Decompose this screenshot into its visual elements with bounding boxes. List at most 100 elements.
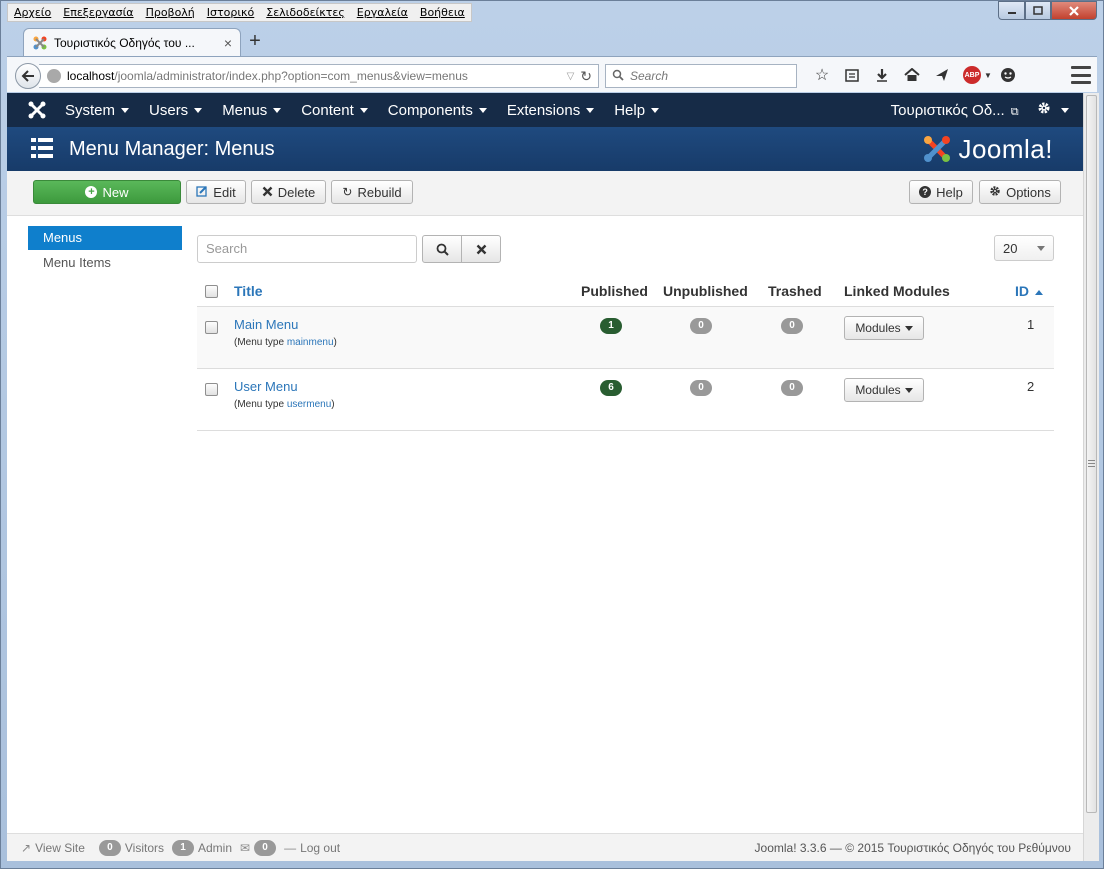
trashed-count-badge[interactable]: 0 [781,380,803,396]
browser-window: Αρχείο Επεξεργασία Προβολή Ιστορικό Σελι… [0,0,1104,869]
url-host: localhost [67,69,115,83]
user-menu[interactable] [1037,101,1069,120]
home-icon[interactable] [897,63,927,87]
menu-help[interactable]: Βοήθεια [414,4,471,21]
trashed-count-badge[interactable]: 0 [781,318,803,334]
nav-help[interactable]: Help [604,93,669,127]
published-count-badge[interactable]: 6 [600,380,622,396]
messages-status[interactable]: ✉ 0 [240,839,280,856]
menu-view[interactable]: Προβολή [140,4,201,21]
nav-menus[interactable]: Menus [212,93,291,127]
reload-icon[interactable]: ↻ [580,68,592,85]
sidebar-item-menu-items[interactable]: Menu Items [28,250,182,274]
list-limit-select[interactable]: 20 [994,235,1054,261]
nav-components[interactable]: Components [378,93,497,127]
unpublished-count-badge[interactable]: 0 [690,318,712,334]
edit-icon [196,185,208,200]
browser-tab[interactable]: Τουριστικός Οδηγός του ... × [23,28,241,56]
menu-edit[interactable]: Επεξεργασία [57,4,139,21]
nav-system[interactable]: System [55,93,139,127]
admin-status: 1 Admin [172,839,232,856]
joomla-logo-icon[interactable] [19,93,55,127]
row-checkbox[interactable] [205,321,218,334]
vertical-scrollbar[interactable] [1083,93,1099,861]
nav-extensions[interactable]: Extensions [497,93,604,127]
browser-menu-icon[interactable] [1071,66,1091,84]
search-button[interactable] [422,235,462,263]
joomla-wordmark: Joomla! [958,133,1053,164]
search-input[interactable]: Search [197,235,417,263]
scrollbar-thumb[interactable] [1086,95,1097,813]
tab-close-icon[interactable]: × [224,35,232,51]
table-header: Title Published Unpublished Trashed Link… [197,275,1054,307]
delete-button[interactable]: Delete [251,180,326,204]
url-history-dropdown-icon[interactable]: ▽ [567,71,575,82]
menu-type-note: (Menu type mainmenu) [234,337,337,348]
header-published: Published [581,283,648,299]
help-button[interactable]: ? Help [909,180,973,204]
send-icon[interactable] [927,63,957,87]
nav-right: Τουριστικός Οδ... ⧉ [891,93,1069,127]
menu-file[interactable]: Αρχείο [8,4,57,21]
modules-dropdown-button[interactable]: Modules [844,316,924,340]
bookmark-star-icon[interactable]: ☆ [807,63,837,87]
minimize-button[interactable] [998,1,1025,20]
header-title[interactable]: Title [234,283,263,299]
edit-button[interactable]: Edit [186,180,246,204]
row-checkbox[interactable] [205,383,218,396]
site-link[interactable]: Τουριστικός Οδ... ⧉ [891,102,1019,119]
logout-link[interactable]: — Log out [284,841,340,855]
new-tab-button[interactable]: + [243,30,267,52]
menu-title-link[interactable]: User Menu [234,379,298,394]
close-window-button[interactable] [1051,1,1097,20]
header-unpublished: Unpublished [663,283,748,299]
chevron-down-icon [273,107,282,113]
new-button[interactable]: + New [33,180,181,204]
menu-tools[interactable]: Εργαλεία [351,4,414,21]
modules-dropdown-button[interactable]: Modules [844,378,924,402]
envelope-icon: ✉ [240,840,251,855]
chevron-down-icon [121,107,130,113]
gear-icon [989,185,1001,200]
smiley-feedback-icon[interactable] [993,63,1023,87]
maximize-button[interactable] [1025,1,1051,20]
navigation-toolbar: localhost/joomla/administrator/index.php… [7,56,1097,92]
unpublished-count-badge[interactable]: 0 [690,380,712,396]
menu-title-link[interactable]: Main Menu [234,317,298,332]
header-linked-modules: Linked Modules [844,283,950,299]
browser-search-field[interactable]: Search [605,64,797,88]
view-site-link[interactable]: ↗ View Site [21,841,85,855]
downloads-icon[interactable] [867,63,897,87]
sidebar: Menus Menu Items [28,226,182,274]
clear-search-button[interactable] [461,235,501,263]
gear-icon [1038,102,1050,113]
select-all-checkbox[interactable] [205,285,218,298]
header-trashed: Trashed [768,283,822,299]
chevron-down-icon [478,107,487,113]
minimize-icon [1007,11,1016,14]
delete-x-icon [262,184,273,200]
back-button[interactable] [15,63,41,89]
menu-type-link[interactable]: mainmenu [287,337,334,348]
page-viewport: System Users Menus Content Components Ex… [7,93,1083,861]
admin-count-badge: 1 [172,839,194,856]
menus-table: Title Published Unpublished Trashed Link… [197,275,1054,431]
nav-content[interactable]: Content [291,93,378,127]
menu-bookmarks[interactable]: Σελιδοδείκτες [260,4,351,21]
nav-users[interactable]: Users [139,93,212,127]
url-bar[interactable]: localhost/joomla/administrator/index.php… [39,64,599,88]
menu-type-link[interactable]: usermenu [287,399,331,410]
sidebar-item-menus[interactable]: Menus [28,226,182,250]
visitors-status: 0 Visitors [98,839,164,856]
page-header: Menu Manager: Menus Joomla! [7,127,1083,171]
options-button[interactable]: Options [979,180,1061,204]
menu-history[interactable]: Ιστορικό [201,4,261,21]
adblock-dropdown-icon[interactable]: ▼ [983,63,993,87]
reading-list-icon[interactable] [837,63,867,87]
chevron-down-icon [904,325,913,331]
url-text: localhost/joomla/administrator/index.php… [67,69,567,83]
header-id[interactable]: ID [1015,283,1043,299]
adblock-plus-icon[interactable]: ABP [963,66,981,84]
rebuild-button[interactable]: ↻ Rebuild [331,180,413,204]
published-count-badge[interactable]: 1 [600,318,622,334]
